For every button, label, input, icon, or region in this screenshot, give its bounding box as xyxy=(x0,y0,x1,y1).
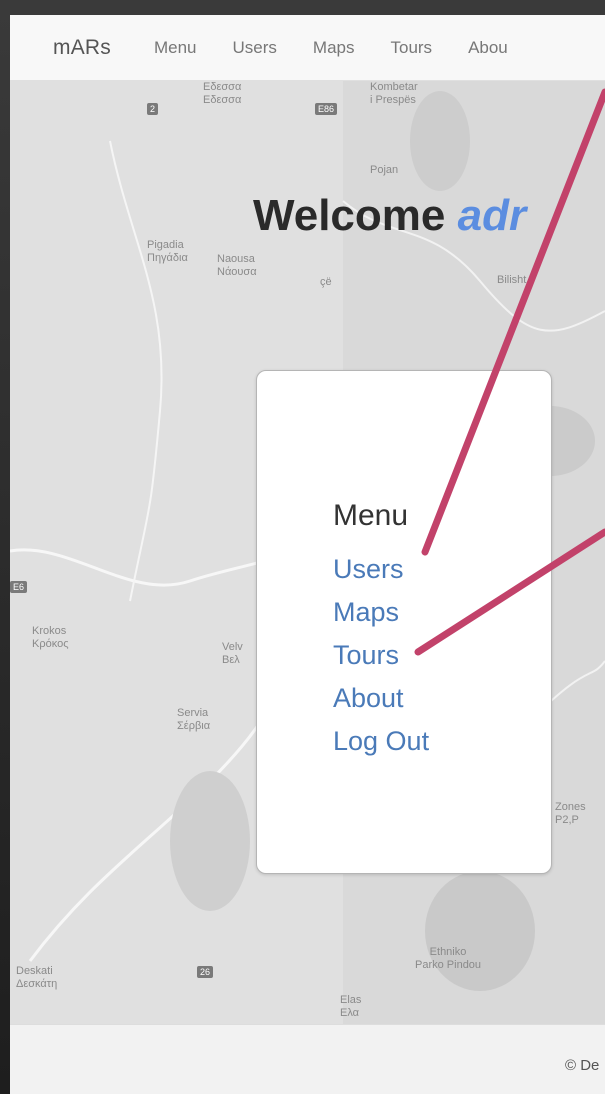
nav-link-menu[interactable]: Menu xyxy=(154,38,197,58)
map-label: Krokos Κρόκος xyxy=(32,625,69,650)
navbar: mARs Menu Users Maps Tours Abou xyxy=(10,15,605,81)
menu-link-about[interactable]: About xyxy=(333,677,429,720)
map-label: Servia Σέρβια xyxy=(177,707,211,732)
nav-link-maps[interactable]: Maps xyxy=(313,38,355,58)
menu-link-users[interactable]: Users xyxy=(333,548,429,591)
nav-link-about[interactable]: Abou xyxy=(468,38,508,58)
map-label: çë xyxy=(320,276,332,288)
map-label: Zones P2,P xyxy=(555,801,586,826)
brand-logo[interactable]: mARs xyxy=(53,36,111,60)
menu-card-title: Menu xyxy=(333,499,409,532)
menu-card: Menu Users Maps Tours About Log Out xyxy=(256,370,552,874)
welcome-heading: Welcome adr xyxy=(253,191,526,241)
map-label: Ethniko Parko Pindou xyxy=(415,946,482,971)
map-label: Elas Ελα xyxy=(340,994,362,1019)
map-label: Naousa Νάουσα xyxy=(217,253,257,278)
menu-card-list: Users Maps Tours About Log Out xyxy=(333,548,429,763)
menu-link-maps[interactable]: Maps xyxy=(333,591,429,634)
map-label: Bilisht xyxy=(497,274,527,286)
map-label: Deskati Δεσκάτη xyxy=(16,965,58,990)
welcome-prefix: Welcome xyxy=(253,191,458,240)
map-label: Pigadia Πηγάδια xyxy=(147,239,188,264)
footer-copyright: © De xyxy=(565,1057,600,1074)
browser-window: mARs Menu Users Maps Tours Abou Εδεσσα Ε… xyxy=(10,15,605,1094)
road-shield: 2 xyxy=(147,103,159,115)
nav-link-tours[interactable]: Tours xyxy=(390,38,432,58)
map-label: Kombetar i Prespës xyxy=(370,81,418,106)
menu-link-logout[interactable]: Log Out xyxy=(333,720,429,763)
map-label: Pojan xyxy=(370,164,399,176)
welcome-username: adr xyxy=(457,191,527,240)
map-label: Velv Βελ xyxy=(222,641,243,666)
road-shield: E86 xyxy=(315,103,338,115)
map-label: Εδεσσα Εδεσσα xyxy=(203,81,242,106)
menu-link-tours[interactable]: Tours xyxy=(333,634,429,677)
road-shield: E6 xyxy=(10,581,28,593)
footer: © De xyxy=(10,1024,605,1094)
road-shield: 26 xyxy=(197,966,214,978)
nav-link-users[interactable]: Users xyxy=(233,38,277,58)
